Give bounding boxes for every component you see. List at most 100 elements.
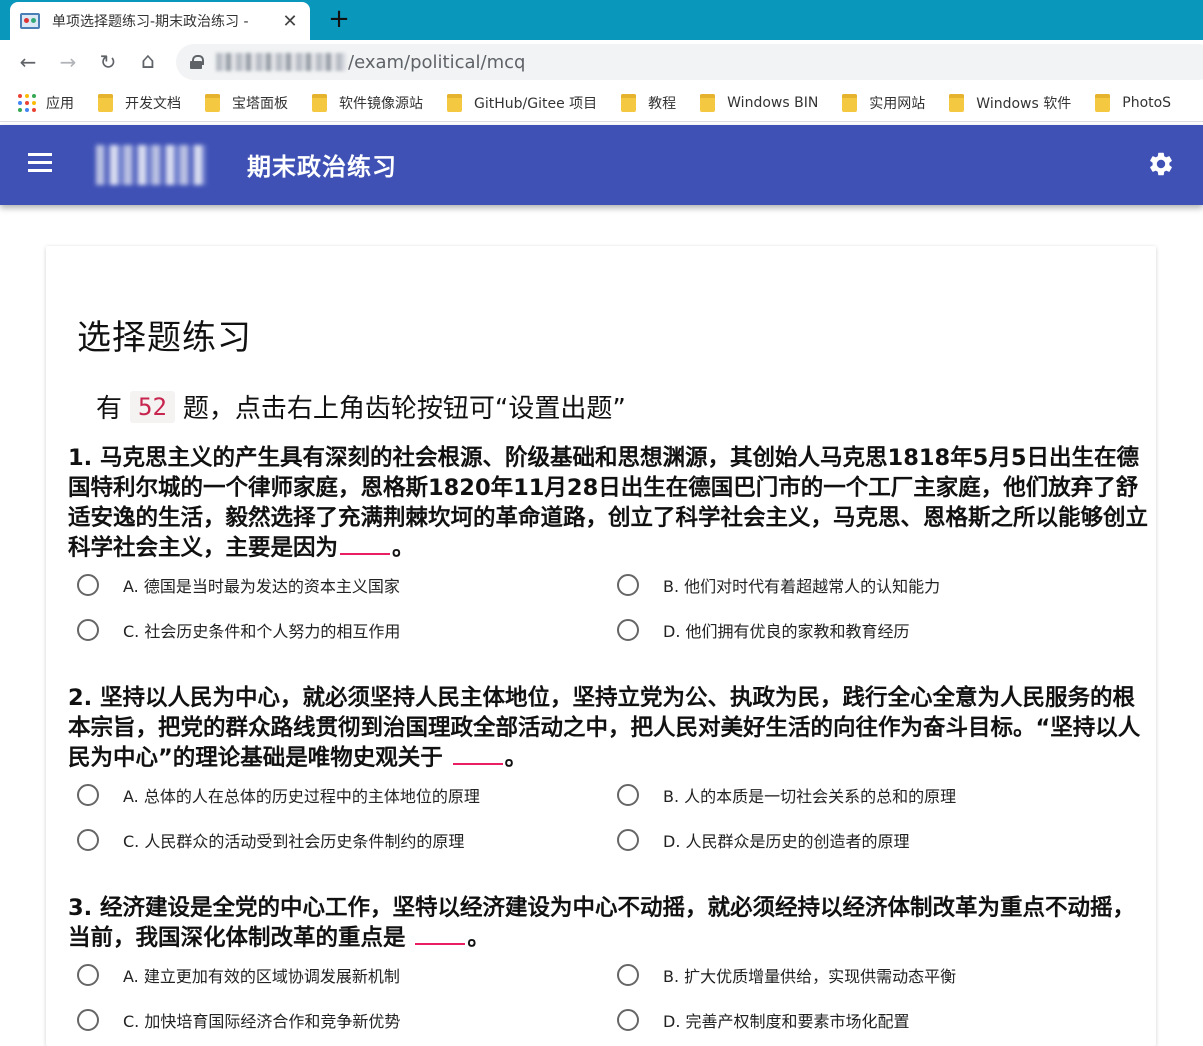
bookmark-folder[interactable]: PhotoS — [1095, 93, 1172, 112]
radio-button[interactable] — [617, 829, 639, 851]
gear-icon[interactable] — [1147, 150, 1175, 178]
reload-button[interactable]: ↻ — [94, 48, 122, 76]
close-tab-icon[interactable]: ✕ — [280, 11, 300, 32]
option-b[interactable]: B. 他们对时代有着超越常人的认知能力 — [617, 573, 940, 597]
bookmark-label: PhotoS — [1122, 94, 1172, 111]
radio-button[interactable] — [77, 619, 99, 641]
folder-icon — [621, 93, 637, 112]
question-count-line: 有 52 题，点击右上角齿轮按钮可“设置出题” — [96, 388, 626, 425]
question-stem: 1. 马克思主义的产生具有深刻的社会根源、阶级基础和思想渊源，其创始人马克思18… — [68, 445, 1149, 561]
folder-icon — [949, 93, 965, 112]
option-c[interactable]: C. 人民群众的活动受到社会历史条件制约的原理 — [77, 828, 464, 852]
option-d[interactable]: D. 人民群众是历史的创造者的原理 — [617, 828, 910, 852]
bookmark-folder[interactable]: GitHub/Gitee 项目 — [447, 93, 597, 113]
question-count-badge: 52 — [130, 390, 175, 423]
option-d[interactable]: D. 他们拥有优良的家教和教育经历 — [617, 618, 910, 642]
option-label: D. 他们拥有优良的家教和教育经历 — [663, 622, 910, 641]
radio-button[interactable] — [77, 829, 99, 851]
folder-icon — [98, 93, 113, 112]
radio-button[interactable] — [77, 964, 99, 986]
bookmarks-bar: 应用 开发文档 宝塔面板 软件镜像源站 GitHub/Gitee 项目 教程 W… — [0, 84, 1203, 122]
bookmark-folder[interactable]: 宝塔面板 — [205, 93, 288, 113]
option-b[interactable]: B. 扩大优质增量供给，实现供需动态平衡 — [617, 963, 956, 987]
question-text: 2. 坚持以人民为中心，就必须坚持人民主体地位，坚持立党为公、执政为民，践行全心… — [68, 683, 1148, 773]
question-stem: 3. 经济建设是全党的中心工作，坚特以经济建设为中心不动摇，就必须经持以经济体制… — [68, 895, 1136, 951]
option-label: B. 他们对时代有着超越常人的认知能力 — [663, 577, 941, 596]
bookmark-folder[interactable]: 开发文档 — [98, 93, 181, 113]
option-c[interactable]: C. 加快培育国际经济合作和竞争新优势 — [77, 1008, 400, 1032]
option-label: C. 加快培育国际经济合作和竞争新优势 — [123, 1012, 401, 1031]
url-path: /exam/political/mcq — [348, 51, 526, 73]
browser-tab[interactable]: 单项选择题练习-期末政治练习 - ✕ — [10, 2, 310, 40]
radio-button[interactable] — [617, 1009, 639, 1031]
home-button[interactable]: ⌂ — [134, 48, 162, 76]
count-suffix: 题，点击右上角齿轮按钮可“设置出题” — [182, 394, 626, 424]
address-bar[interactable]: /exam/political/mcq — [176, 44, 1203, 80]
bookmark-folder[interactable]: 软件镜像源站 — [312, 93, 423, 113]
bookmark-label: 实用网站 — [869, 95, 926, 112]
radio-button[interactable] — [617, 784, 639, 806]
app-title: 期末政治练习 — [247, 153, 397, 181]
option-label: B. 扩大优质增量供给，实现供需动态平衡 — [663, 967, 957, 986]
option-label: C. 人民群众的活动受到社会历史条件制约的原理 — [123, 832, 465, 851]
bookmark-folder[interactable]: Windows BIN — [700, 93, 819, 112]
option-a[interactable]: A. 德国是当时最为发达的资本主义国家 — [77, 573, 400, 597]
folder-icon — [842, 93, 858, 112]
browser-toolbar: ← → ↻ ⌂ /exam/political/mcq — [0, 40, 1203, 84]
radio-button[interactable] — [617, 574, 639, 596]
option-label: C. 社会历史条件和个人努力的相互作用 — [123, 622, 401, 641]
page-favicon-icon — [20, 13, 40, 29]
question-text: 3. 经济建设是全党的中心工作，坚特以经济建设为中心不动摇，就必须经持以经济体制… — [68, 893, 1148, 953]
option-a[interactable]: A. 建立更加有效的区域协调发展新机制 — [77, 963, 400, 987]
new-tab-button[interactable]: + — [324, 4, 354, 34]
folder-icon — [700, 93, 716, 112]
radio-button[interactable] — [617, 619, 639, 641]
folder-icon — [1095, 93, 1111, 112]
bookmark-label: 开发文档 — [125, 95, 181, 112]
apps-grid-icon — [18, 93, 36, 112]
option-d[interactable]: D. 完善产权制度和要素市场化配置 — [617, 1008, 910, 1032]
radio-button[interactable] — [617, 964, 639, 986]
bookmark-label: 教程 — [648, 95, 677, 112]
option-label: D. 完善产权制度和要素市场化配置 — [663, 1012, 910, 1031]
radio-button[interactable] — [77, 1009, 99, 1031]
radio-button[interactable] — [77, 574, 99, 596]
bookmark-apps[interactable]: 应用 — [18, 93, 74, 113]
folder-icon — [447, 93, 462, 112]
blurred-logo — [96, 145, 206, 185]
count-prefix: 有 — [96, 394, 123, 424]
app-bar: 期末政治练习 — [0, 125, 1203, 205]
lock-icon[interactable] — [190, 55, 204, 69]
forward-button[interactable]: → — [54, 48, 82, 76]
browser-tab-strip: 单项选择题练习-期末政治练习 - ✕ + — [0, 0, 1203, 40]
blurred-host — [216, 53, 346, 71]
back-button[interactable]: ← — [14, 48, 42, 76]
question-end: 。 — [504, 745, 528, 771]
question-end: 。 — [467, 925, 490, 951]
bookmark-folder[interactable]: 实用网站 — [842, 93, 925, 113]
bookmark-folder[interactable]: 教程 — [621, 93, 676, 113]
option-c[interactable]: C. 社会历史条件和个人努力的相互作用 — [77, 618, 400, 642]
option-a[interactable]: A. 总体的人在总体的历史过程中的主体地位的原理 — [77, 783, 480, 807]
option-label: D. 人民群众是历史的创造者的原理 — [663, 832, 910, 851]
answer-blank — [452, 745, 503, 765]
bookmark-label: 宝塔面板 — [232, 95, 288, 112]
bookmark-label: 软件镜像源站 — [339, 95, 423, 112]
bookmark-label: Windows 软件 — [976, 95, 1072, 112]
bookmark-label: Windows BIN — [727, 94, 819, 111]
folder-icon — [205, 93, 220, 112]
folder-icon — [312, 93, 327, 112]
answer-blank — [415, 925, 466, 945]
tab-title: 单项选择题练习-期末政治练习 - — [52, 14, 249, 30]
answer-blank — [340, 535, 391, 555]
bookmark-folder[interactable]: Windows 软件 — [949, 93, 1071, 113]
option-label: B. 人的本质是一切社会关系的总和的原理 — [663, 787, 957, 806]
option-label: A. 总体的人在总体的历史过程中的主体地位的原理 — [123, 787, 480, 806]
question-stem: 2. 坚持以人民为中心，就必须坚持人民主体地位，坚持立党为公、执政为民，践行全心… — [68, 685, 1141, 771]
option-label: A. 建立更加有效的区域协调发展新机制 — [123, 967, 400, 986]
question-end: 。 — [392, 535, 415, 561]
hamburger-menu-icon[interactable] — [28, 153, 52, 177]
option-label: A. 德国是当时最为发达的资本主义国家 — [123, 577, 400, 596]
option-b[interactable]: B. 人的本质是一切社会关系的总和的原理 — [617, 783, 956, 807]
radio-button[interactable] — [77, 784, 99, 806]
